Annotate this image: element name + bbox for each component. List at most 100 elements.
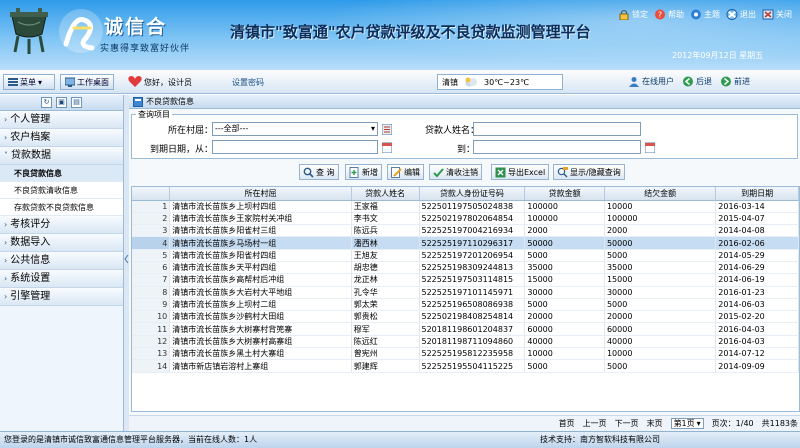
help-link[interactable]: ? 帮助 [654,9,684,20]
online-users-link[interactable]: 在线用户 [628,76,674,87]
table-row[interactable]: 2 清镇市流长苗族乡王家院村关冲组 李书文 522502197802064854 100… [132,212,799,226]
table-row[interactable]: 4 清镇市流长苗族乡马场村一组 潘西林 522525197110296317 50000… [132,236,799,250]
page-select-value: 第1页 [673,419,695,428]
due-to-input[interactable] [473,140,641,154]
cell-due-date: 2016-01-23 [715,286,799,299]
table-row[interactable]: 12 清镇市流长苗族乡大树寨村高寨组 陈远红 520181198711094860 40… [132,335,799,349]
column-header-due-date[interactable]: 到期日期 [715,187,799,201]
back-link[interactable]: 后退 [682,76,712,87]
toggle-query-label: 显示/隐藏查询 [570,167,621,177]
table-row[interactable]: 13 清镇市流长苗族乡黑土村大寨组 曾宪州 522525195812235958 100… [132,347,799,361]
table-row[interactable]: 7 清镇市流长苗族乡高帮村后冲组 龙正林 522525197503114815 1500… [132,273,799,287]
toggle-query-icon [557,166,568,177]
pager-last[interactable]: 末页 [647,418,663,429]
table-row[interactable]: 8 清镇市流长苗族乡大岩村大平地组 孔令华 522525197101145971 300… [132,286,799,299]
forward-link[interactable]: 前进 [720,76,750,87]
cell-id-number: 522525197101145971 [419,286,526,299]
cell-village: 清镇市流长苗族乡天平村四组 [169,261,352,275]
cell-owed-amount: 10000 [604,347,717,361]
theme-link[interactable]: 主题 [690,9,720,20]
table-row[interactable]: 3 清镇市流长苗族乡阳雀村三组 陈远兵 522525197004216934 2000 2… [132,224,799,238]
sidebar-item-label: 农户档案 [10,131,51,143]
sidebar-item-personal[interactable]: › 个人管理 [0,111,123,129]
weather-city: 清镇 [442,77,458,87]
sidebar-sub-bad-loan[interactable]: 不良贷款信息 [0,165,123,182]
export-excel-label: 导出Excel [508,167,546,177]
export-excel-button[interactable]: 导出Excel [491,164,550,180]
sidebar-item-label: 个人管理 [10,113,51,125]
collect-cancel-button[interactable]: 清收注销 [429,164,482,180]
cell-village: 清镇市流长苗族乡沙鹤村大田组 [169,310,352,324]
list-picker-icon[interactable] [382,124,392,135]
table-row[interactable]: 10 清镇市流长苗族乡沙鹤村大田组 郭贵松 522502198408254814 200… [132,310,799,324]
table-row[interactable]: 9 清镇市流长苗族乡上坝村二组 郭太荣 522525196508086938 5000 5… [132,298,799,312]
sidebar-expand-icon[interactable]: ▣ [56,97,67,108]
sidebar-item-engine[interactable]: › 引擎管理 [0,288,123,306]
sidebar-item-public-info[interactable]: › 公共信息 [0,252,123,270]
row-index: 4 [132,236,171,250]
village-select-value: ---全部--- [215,124,249,133]
sidebar-sub-deposit-loan[interactable]: 存款贷款不良贷款信息 [0,199,123,216]
cell-id-number: 520181198711094860 [419,335,526,349]
sidebar-item-loan-data[interactable]: ˅ 贷款数据 [0,147,123,165]
due-from-label: 到期日期，从： [150,145,214,155]
cell-owed-amount: 5000 [604,298,717,312]
pager-first[interactable]: 首页 [559,418,575,429]
column-header-loan-amount[interactable]: 贷款金额 [524,187,605,201]
sidebar-item-farmer-archive[interactable]: › 农户档案 [0,129,123,147]
table-row[interactable]: 6 清镇市流长苗族乡天平村四组 胡忠德 522525198309244813 35000… [132,261,799,275]
column-header-borrower[interactable]: 贷款人姓名 [351,187,420,201]
borrower-input[interactable] [473,122,641,136]
cell-loan-amount: 60000 [524,322,605,336]
cell-id-number: 522525197201206954 [419,249,526,262]
pager-prev[interactable]: 上一页 [583,418,607,429]
sidebar-item-system-settings[interactable]: › 系统设置 [0,270,123,288]
top-links: 锁定 ? 帮助 主题 退出 关闭 [618,9,792,20]
table-row[interactable]: 14 清镇市新店镇岩溶村上寨组 郭建辉 522525195504115225 5000 5… [132,359,799,373]
lock-link[interactable]: 锁定 [618,9,648,20]
table-row[interactable]: 5 清镇市流长苗族乡阳雀村四组 王旭友 522525197201206954 5000 5… [132,249,799,262]
sidebar-refresh-icon[interactable]: ↻ [41,97,52,108]
column-header-id-number[interactable]: 贷款人身份证号码 [419,187,526,201]
sidebar-item-assessment[interactable]: › 考核评分 [0,216,123,234]
close-link[interactable]: 关闭 [762,9,792,20]
row-index: 9 [132,298,171,312]
row-index: 8 [132,286,171,299]
lock-label: 锁定 [632,10,648,19]
cell-loan-amount: 2000 [524,224,605,238]
menu-button[interactable]: 菜单 ▾ [3,74,55,90]
page-select[interactable]: 第1页 ▾ [670,418,704,429]
calendar-icon[interactable] [382,142,392,153]
toggle-query-button[interactable]: 显示/隐藏查询 [553,164,625,180]
table-row[interactable]: 11 清镇市流长苗族乡大树寨村背篼寨 穆军 520181198601204837 600… [132,322,799,336]
sidebar-collapse-icon[interactable]: ▤ [71,97,82,108]
search-button[interactable]: 查 询 [299,164,339,180]
cell-village: 清镇市流长苗族乡王家院村关冲组 [169,212,352,226]
calendar-icon[interactable] [645,142,655,153]
lock-icon [619,10,629,20]
exit-link[interactable]: 退出 [726,9,756,20]
change-password-link[interactable]: 设置密码 [232,77,264,88]
borrower-label: 贷款人姓名： [425,126,480,136]
village-select[interactable]: ---全部--- ▾ [212,122,378,136]
page-icon [133,96,143,107]
cell-loan-amount: 10000 [524,347,605,361]
sidebar-sub-bad-loan-collection[interactable]: 不良贷款清收信息 [0,182,123,199]
status-bar: 您登录的是清镇市诚信致富通信息管理平台服务器，当前在线人数：1人 技术支持：南方… [0,431,800,448]
due-from-input[interactable] [212,140,378,154]
edit-button[interactable]: 编辑 [387,164,424,180]
column-header-owed-amount[interactable]: 结欠金额 [604,187,717,201]
pager-next[interactable]: 下一页 [615,418,639,429]
excel-icon [495,167,506,177]
table-row[interactable]: 1 清镇市流长苗族乡上坝村四组 王家福 522501197505024838 10000… [132,200,799,213]
sidebar-item-label: 贷款数据 [11,149,51,161]
desktop-button[interactable]: 工作桌面 [60,74,114,90]
brand-mark-icon [59,9,103,53]
cell-due-date: 2014-06-03 [715,298,799,312]
pager-total: 共1183条 [761,419,798,428]
exit-icon [726,9,738,20]
search-label: 查 询 [316,167,335,177]
column-header-village[interactable]: 所在村屈 [169,187,352,201]
add-button[interactable]: 新增 [345,164,382,180]
sidebar-item-data-import[interactable]: › 数据导入 [0,234,123,252]
